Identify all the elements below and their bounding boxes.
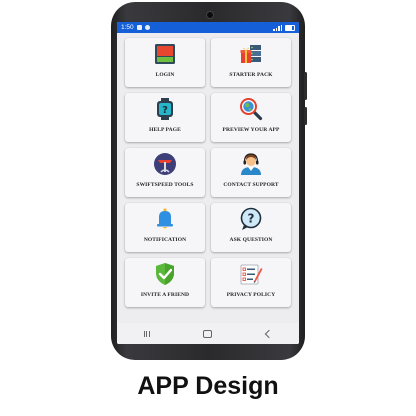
contact-support-button[interactable]: CONTACT SUPPORT — [211, 148, 291, 197]
bell-icon — [157, 208, 173, 229]
support-agent-icon — [241, 153, 261, 175]
menu-grid: LOGIN STARTER PACK ? HELP PAGE PREVIEW Y… — [117, 33, 299, 323]
preview-app-button[interactable]: PREVIEW YOUR APP — [211, 93, 291, 142]
login-label: LOGIN — [155, 72, 175, 78]
ask-question-label: ASK QUESTION — [229, 237, 273, 243]
swiftspeed-tools-label: SWIFTSPEED TOOLS — [136, 182, 194, 188]
back-icon[interactable] — [264, 329, 274, 338]
android-nav-bar — [117, 323, 299, 344]
battery-icon — [285, 24, 295, 31]
ask-question-button[interactable]: ? ASK QUESTION — [211, 203, 291, 252]
svg-text:?: ? — [162, 105, 168, 116]
app-status-icon — [144, 25, 150, 30]
signal-icon — [273, 24, 282, 31]
invite-friend-button[interactable]: INVITE A FRIEND — [125, 258, 205, 307]
notification-button[interactable]: NOTIFICATION — [125, 203, 205, 252]
privacy-policy-button[interactable]: PRIVACY POLICY — [211, 258, 291, 307]
notification-label: NOTIFICATION — [143, 237, 187, 243]
front-camera — [206, 11, 214, 19]
home-icon[interactable] — [203, 329, 213, 338]
phone-frame: 1:50 LOGIN STARTER PACK ? HELP PAGE PREV… — [111, 2, 307, 360]
status-time: 1:50 — [121, 24, 134, 31]
starter-pack-icon — [240, 45, 261, 63]
recent-apps-icon[interactable] — [143, 330, 150, 337]
phone-screen: 1:50 LOGIN STARTER PACK ? HELP PAGE PREV… — [117, 22, 299, 344]
starter-pack-button[interactable]: STARTER PACK — [211, 38, 291, 87]
starter-pack-label: STARTER PACK — [229, 72, 273, 78]
svg-text:?: ? — [248, 212, 255, 226]
help-page-label: HELP PAGE — [149, 127, 181, 133]
swiftspeed-tools-button[interactable]: SWIFTSPEED TOOLS — [125, 148, 205, 197]
caption-title: APP Design — [137, 372, 279, 400]
help-watch-icon: ? — [157, 98, 173, 120]
shield-check-icon — [156, 263, 174, 285]
invite-friend-label: INVITE A FRIEND — [140, 292, 190, 298]
magnifier-globe-icon — [240, 98, 263, 121]
tools-icon — [154, 153, 176, 175]
volume-button — [304, 72, 307, 100]
help-page-button[interactable]: ? HELP PAGE — [125, 93, 205, 142]
contact-support-label: CONTACT SUPPORT — [223, 182, 279, 188]
preview-app-label: PREVIEW YOUR APP — [222, 127, 280, 133]
power-button — [304, 107, 307, 125]
status-bar: 1:50 — [117, 22, 299, 33]
login-icon — [155, 44, 175, 64]
login-button[interactable]: LOGIN — [125, 38, 205, 87]
notification-status-icon — [136, 25, 142, 30]
privacy-policy-label: PRIVACY POLICY — [226, 292, 276, 298]
question-bubble-icon: ? — [240, 207, 262, 230]
checklist-icon — [240, 264, 263, 285]
